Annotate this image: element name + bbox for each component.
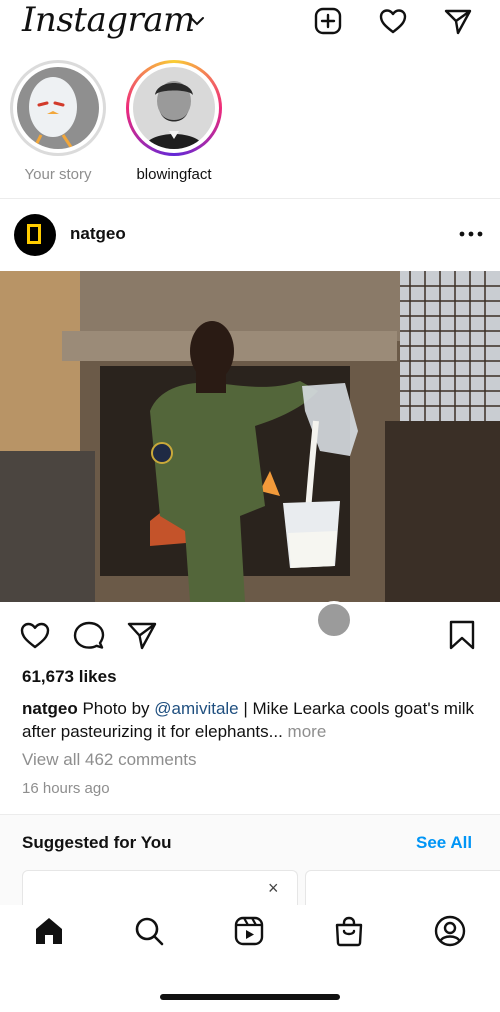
story-label: blowingfact xyxy=(136,166,212,183)
suggested-title: Suggested for You xyxy=(22,833,172,852)
instagram-logo[interactable]: Instagram xyxy=(22,0,195,40)
view-all-comments-link[interactable]: View all 462 comments xyxy=(22,750,197,770)
post-caption: natgeo Photo by @amivitale | Mike Learka… xyxy=(22,697,482,743)
natgeo-avatar[interactable] xyxy=(14,214,56,256)
save-bookmark-icon[interactable] xyxy=(446,619,478,651)
dismiss-suggestion-icon[interactable]: × xyxy=(268,878,279,899)
direct-message-icon[interactable] xyxy=(443,6,473,36)
caption-username[interactable]: natgeo xyxy=(22,699,78,718)
post-photo[interactable] xyxy=(0,271,500,602)
new-post-icon[interactable] xyxy=(313,6,343,36)
like-icon[interactable] xyxy=(19,619,51,651)
blowingfact-avatar xyxy=(133,67,215,149)
caption-text: Photo by xyxy=(77,699,155,718)
story-your-story[interactable]: Your story xyxy=(8,60,108,183)
caption-more-link[interactable]: more xyxy=(283,722,327,741)
home-indicator xyxy=(160,994,340,1000)
shop-icon[interactable] xyxy=(332,914,366,948)
profile-icon[interactable] xyxy=(433,914,467,948)
chevron-down-icon[interactable] xyxy=(188,12,206,30)
more-options-icon[interactable] xyxy=(458,224,484,244)
heart-icon[interactable] xyxy=(378,6,408,36)
comment-icon[interactable] xyxy=(73,619,105,651)
story-label: Your story xyxy=(24,166,92,183)
share-icon[interactable] xyxy=(126,619,158,651)
story-blowingfact[interactable]: blowingfact xyxy=(124,60,224,183)
carousel-indicator xyxy=(315,601,353,639)
likes-count[interactable]: 61,673 likes xyxy=(22,667,117,687)
divider xyxy=(0,198,500,199)
see-all-link[interactable]: See All xyxy=(416,833,472,853)
home-icon[interactable] xyxy=(32,914,66,948)
your-story-avatar xyxy=(17,67,99,149)
post-timestamp: 16 hours ago xyxy=(22,780,110,797)
search-icon[interactable] xyxy=(132,914,166,948)
post-username[interactable]: natgeo xyxy=(70,224,126,244)
reels-icon[interactable] xyxy=(232,914,266,948)
caption-mention[interactable]: @amivitale xyxy=(154,699,238,718)
